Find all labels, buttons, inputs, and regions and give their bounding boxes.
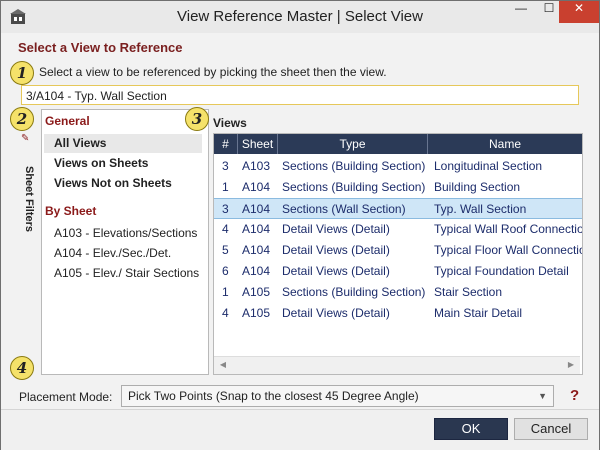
dialog-heading: Select a View to Reference	[18, 40, 183, 55]
cell-type: Sections (Building Section)	[282, 159, 426, 173]
sheet-item-a103[interactable]: A103 - Elevations/Sections	[44, 224, 202, 243]
cell-number: 3	[222, 202, 229, 216]
cell-sheet: A104	[242, 243, 271, 257]
step-4-badge: 4	[10, 356, 34, 380]
filter-panel: General All Views Views on Sheets Views …	[41, 109, 209, 375]
cell-number: 1	[222, 285, 229, 299]
placement-mode-dropdown[interactable]: Pick Two Points (Snap to the closest 45 …	[121, 385, 554, 407]
cell-name: Typical Floor Wall Connection	[434, 243, 583, 257]
cell-number: 1	[222, 180, 229, 194]
by-sheet-section-title: By Sheet	[45, 204, 97, 218]
table-row[interactable]: 1 A105 Sections (Building Section) Stair Se…	[214, 282, 582, 303]
column-header-sheet[interactable]: Sheet	[238, 134, 278, 154]
placement-mode-label: Placement Mode:	[19, 390, 113, 404]
cell-type: Detail Views (Detail)	[282, 264, 390, 278]
button-bar: OK Cancel	[1, 409, 599, 450]
cell-sheet: A104	[242, 264, 271, 278]
step-3-badge: 3	[185, 107, 209, 131]
cell-sheet: A104	[242, 202, 271, 216]
ok-button[interactable]: OK	[434, 418, 508, 440]
cell-name: Typ. Wall Section	[434, 202, 527, 216]
cell-name: Typical Foundation Detail	[434, 264, 569, 278]
maximize-icon: ☐	[543, 1, 555, 15]
table-row[interactable]: 3 A104 Sections (Wall Section) Typ. Wall Se…	[214, 198, 582, 219]
filter-views-not-on-sheets[interactable]: Views Not on Sheets	[44, 174, 202, 193]
column-header-number[interactable]: #	[214, 134, 238, 154]
sheet-filters-label: Sheet Filters	[23, 165, 35, 233]
cell-name: Building Section	[434, 180, 521, 194]
views-label: Views	[213, 116, 247, 130]
cell-name: Stair Section	[434, 285, 503, 299]
cell-type: Sections (Building Section)	[282, 180, 426, 194]
cell-number: 4	[222, 222, 229, 236]
table-row[interactable]: 5 A104 Detail Views (Detail) Typical Floor …	[214, 240, 582, 261]
views-table: # Sheet Type Name 3 A103 Sections (Buildin…	[213, 133, 583, 375]
filter-views-on-sheets[interactable]: Views on Sheets	[44, 154, 202, 173]
cell-number: 4	[222, 306, 229, 320]
cell-sheet: A103	[242, 159, 271, 173]
table-header: # Sheet Type Name	[214, 134, 582, 154]
title-bar[interactable]: View Reference Master | Select View — ☐ …	[1, 1, 599, 33]
cell-type: Sections (Building Section)	[282, 285, 426, 299]
horizontal-scrollbar[interactable]: ◀ ▶	[214, 356, 580, 374]
table-row[interactable]: 4 A104 Detail Views (Detail) Typical Wall R…	[214, 219, 582, 240]
cell-sheet: A105	[242, 306, 271, 320]
cell-name: Typical Wall Roof Connection	[434, 222, 583, 236]
chevron-down-icon: ▼	[538, 391, 547, 401]
table-row[interactable]: 3 A103 Sections (Building Section) Longitud…	[214, 156, 582, 177]
sheet-item-a104[interactable]: A104 - Elev./Sec./Det.	[44, 244, 202, 263]
sheet-item-a105[interactable]: A105 - Elev./ Stair Sections	[44, 264, 202, 283]
cell-type: Detail Views (Detail)	[282, 306, 390, 320]
cell-sheet: A105	[242, 285, 271, 299]
close-icon: ✕	[573, 1, 585, 15]
table-row[interactable]: 4 A105 Detail Views (Detail) Main Stair Det…	[214, 303, 582, 324]
reference-field[interactable]: 3/A104 - Typ. Wall Section	[21, 85, 579, 105]
table-row[interactable]: 1 A104 Sections (Building Section) Building…	[214, 177, 582, 198]
minimize-button[interactable]: —	[507, 1, 535, 23]
cell-number: 3	[222, 159, 229, 173]
cell-type: Detail Views (Detail)	[282, 243, 390, 257]
cell-name: Longitudinal Section	[434, 159, 543, 173]
table-row[interactable]: 6 A104 Detail Views (Detail) Typical Founda…	[214, 261, 582, 282]
cell-sheet: A104	[242, 180, 271, 194]
sheet-filters-tab[interactable]: ✎ Sheet Filters	[19, 133, 39, 273]
step-1-badge: 1	[10, 61, 34, 85]
cell-number: 6	[222, 264, 229, 278]
dialog-content: Select a View to Reference 1 Select a vi…	[1, 33, 599, 450]
column-header-name[interactable]: Name	[428, 134, 582, 154]
minimize-icon: —	[515, 1, 527, 15]
help-icon[interactable]: ?	[570, 387, 579, 404]
general-section-title: General	[45, 114, 90, 128]
cell-type: Detail Views (Detail)	[282, 222, 390, 236]
cell-name: Main Stair Detail	[434, 306, 523, 320]
pin-icon: ✎	[21, 133, 30, 144]
scroll-right-icon[interactable]: ▶	[566, 360, 576, 371]
cell-sheet: A104	[242, 222, 271, 236]
cell-type: Sections (Wall Section)	[282, 202, 406, 216]
dialog-window: View Reference Master | Select View — ☐ …	[0, 0, 600, 450]
cell-number: 5	[222, 243, 229, 257]
step-2-badge: 2	[10, 107, 34, 131]
cancel-button[interactable]: Cancel	[514, 418, 588, 440]
scroll-left-icon[interactable]: ◀	[218, 360, 228, 371]
placement-mode-value: Pick Two Points (Snap to the closest 45 …	[128, 389, 419, 403]
close-button[interactable]: ✕	[559, 1, 599, 23]
column-header-type[interactable]: Type	[278, 134, 428, 154]
instruction-text: Select a view to be referenced by pickin…	[39, 65, 387, 79]
filter-all-views[interactable]: All Views	[44, 134, 202, 153]
